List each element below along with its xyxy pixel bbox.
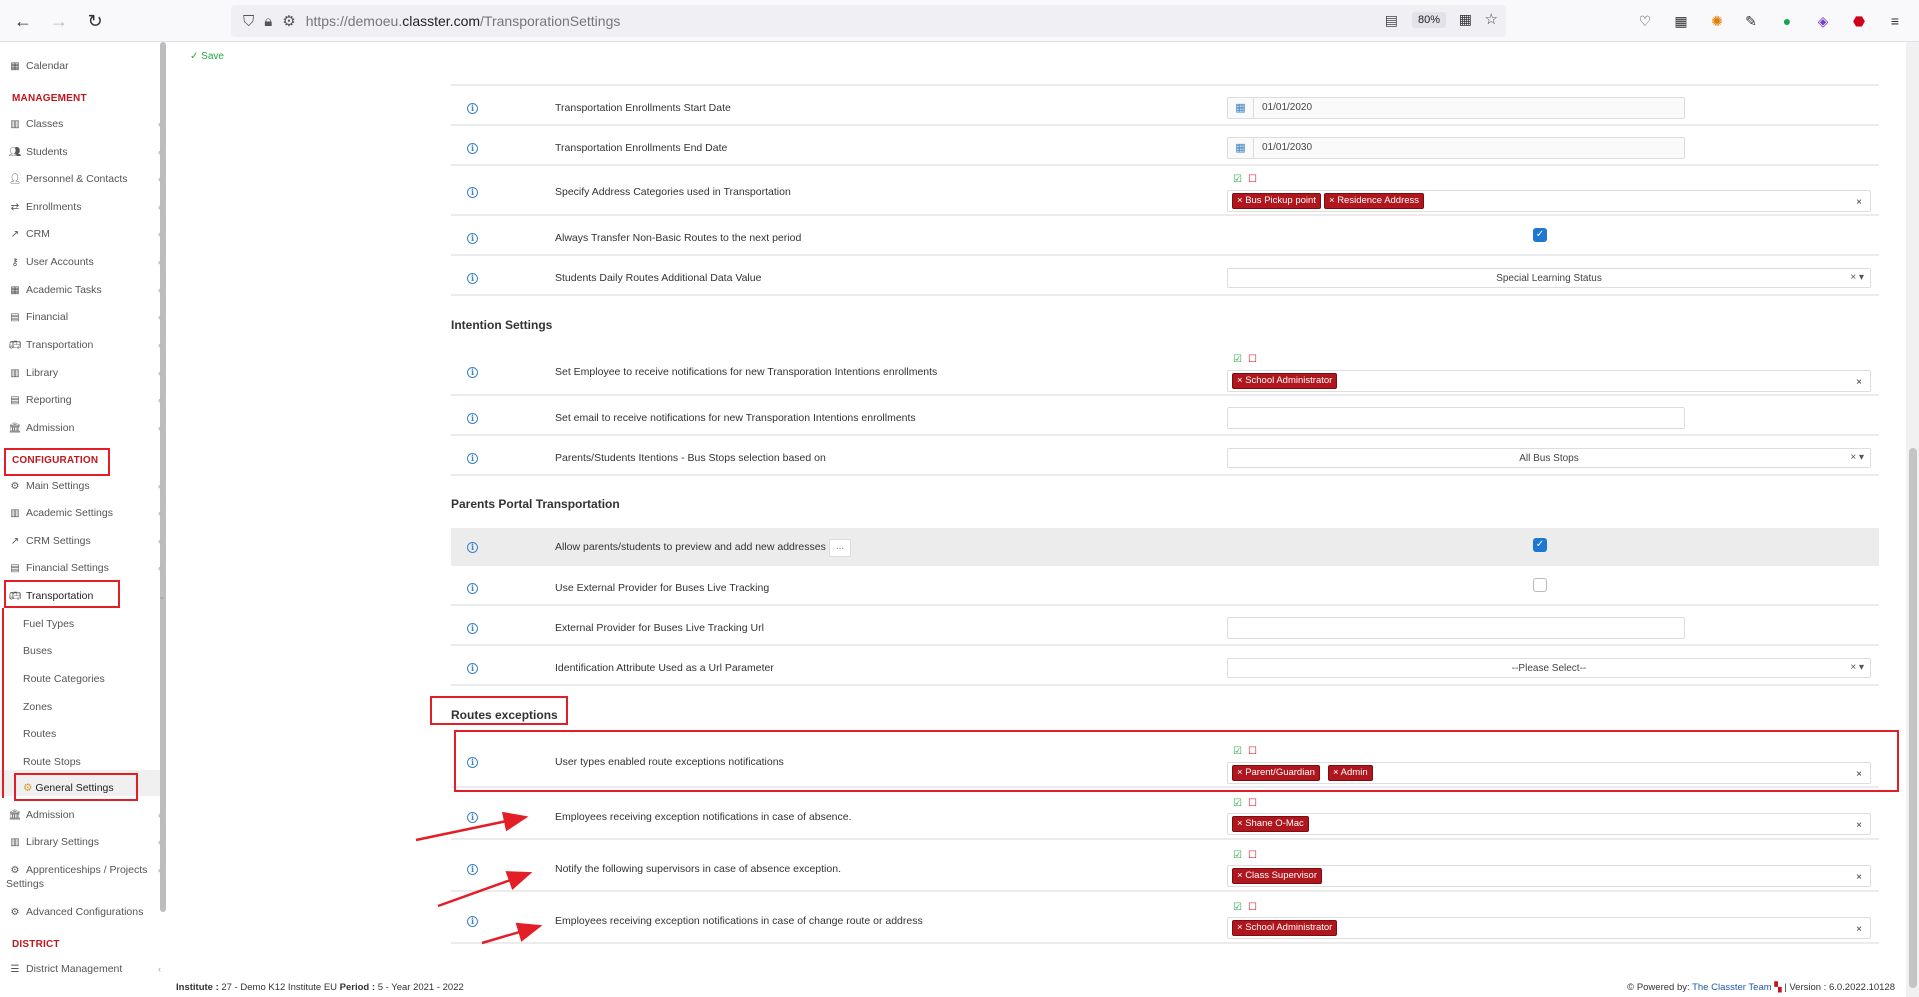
arrow-change-route <box>481 922 543 945</box>
institute-value: 27 - Demo K12 Institute EU <box>221 982 338 993</box>
footer-info: Institute : 27 - Demo K12 Institute EU P… <box>176 982 464 993</box>
flag-icon: ▚ <box>1774 982 1782 993</box>
main-scrollbar-thumb[interactable] <box>1909 448 1917 988</box>
institute-key: Institute : <box>176 982 219 993</box>
team-link[interactable]: The Classter Team <box>1692 982 1772 993</box>
powered-label: Powered by: <box>1636 982 1690 993</box>
footer-powered: © Powered by: The Classter Team ▚ | Vers… <box>1627 982 1895 993</box>
period-value: 5 - Year 2021 - 2022 <box>377 982 464 993</box>
version-text: | Version : 6.0.2022.10128 <box>1784 982 1895 993</box>
arrow-supervisors <box>437 871 533 908</box>
annotation-arrows <box>415 811 543 945</box>
copyright-icon: © <box>1627 982 1635 993</box>
period-key: Period : <box>339 982 376 993</box>
arrow-absence-employees <box>415 811 529 842</box>
